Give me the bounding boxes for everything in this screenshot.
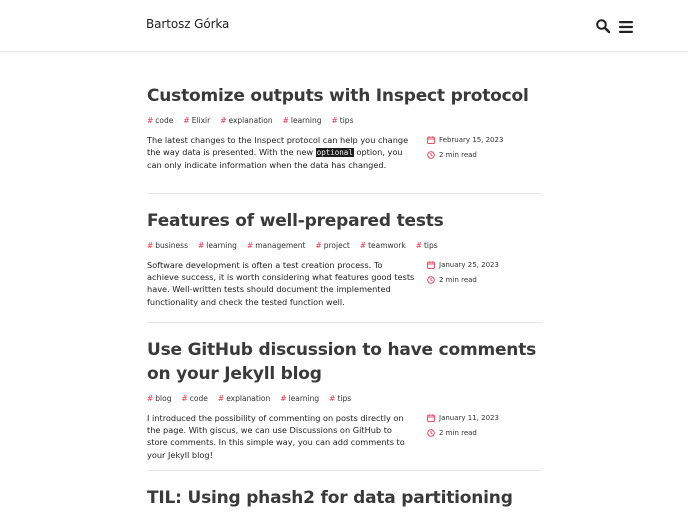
post-card: Use GitHub discussion to have comments o…	[147, 338, 542, 461]
post-card: TIL: Using phash2 for data partitioning	[147, 486, 542, 510]
inline-code: optional	[315, 148, 354, 158]
post-date: January 11, 2023	[427, 412, 542, 424]
tag-link[interactable]: # project	[315, 240, 349, 252]
post-date: January 25, 2023	[427, 259, 542, 271]
tag-link[interactable]: # code	[147, 115, 173, 127]
post-excerpt: I introduced the possibility of commenti…	[147, 413, 405, 460]
tag-link[interactable]: # management	[247, 240, 306, 252]
post-divider	[147, 470, 542, 471]
post-tags: # blog # code # explanation # learning # tips	[147, 393, 542, 405]
search-button[interactable]	[595, 18, 611, 34]
clock-icon	[427, 429, 435, 437]
calendar-icon	[427, 414, 435, 422]
tag-link[interactable]: # tips	[329, 393, 351, 405]
post-meta: January 11, 2023 2 min read	[427, 412, 542, 442]
clock-icon	[427, 151, 435, 159]
tag-link[interactable]: # learning	[283, 115, 322, 127]
search-icon	[596, 19, 611, 34]
post-divider	[147, 322, 542, 323]
post-read-time: 2 min read	[427, 274, 542, 286]
post-card: Features of well-prepared tests # busines…	[147, 209, 542, 308]
post-title[interactable]: TIL: Using phash2 for data partitioning	[147, 486, 542, 510]
post-title[interactable]: Customize outputs with Inspect protocol	[147, 84, 542, 108]
calendar-icon	[427, 261, 435, 269]
post-title[interactable]: Use GitHub discussion to have comments o…	[147, 338, 542, 386]
tag-link[interactable]: # tips	[416, 240, 438, 252]
post-meta: January 25, 2023 2 min read	[427, 259, 542, 289]
post-tags: # business # learning # management # project…	[147, 240, 542, 252]
post-read-time: 2 min read	[427, 149, 542, 161]
site-header: Bartosz Górka	[0, 0, 688, 52]
site-title-link[interactable]: Bartosz Górka	[146, 17, 229, 31]
tag-link[interactable]: # code	[182, 393, 208, 405]
tag-link[interactable]: # blog	[147, 393, 172, 405]
tag-link[interactable]: # teamwork	[360, 240, 406, 252]
post-tags: # code # Elixir # explanation # learning # ti…	[147, 115, 542, 127]
tag-link[interactable]: # explanation	[220, 115, 272, 127]
tag-link[interactable]: # learning	[280, 393, 319, 405]
tag-link[interactable]: # learning	[198, 240, 237, 252]
post-divider	[147, 193, 542, 194]
post-card: Customize outputs with Inspect protocol …	[147, 84, 542, 172]
tag-link[interactable]: # explanation	[218, 393, 270, 405]
clock-icon	[427, 276, 435, 284]
tag-link[interactable]: # business	[147, 240, 188, 252]
calendar-icon	[427, 136, 435, 144]
post-title[interactable]: Features of well-prepared tests	[147, 209, 542, 233]
tag-link[interactable]: # Elixir	[183, 115, 210, 127]
post-excerpt: Software development is often a test cre…	[147, 260, 415, 307]
post-meta: February 15, 2023 2 min read	[427, 134, 542, 164]
tag-link[interactable]: # tips	[331, 115, 353, 127]
post-excerpt: The latest changes to the Inspect protoc…	[147, 135, 409, 171]
hamburger-menu-icon	[619, 21, 633, 33]
post-date: February 15, 2023	[427, 134, 542, 146]
post-read-time: 2 min read	[427, 427, 542, 439]
menu-button[interactable]	[618, 19, 634, 33]
